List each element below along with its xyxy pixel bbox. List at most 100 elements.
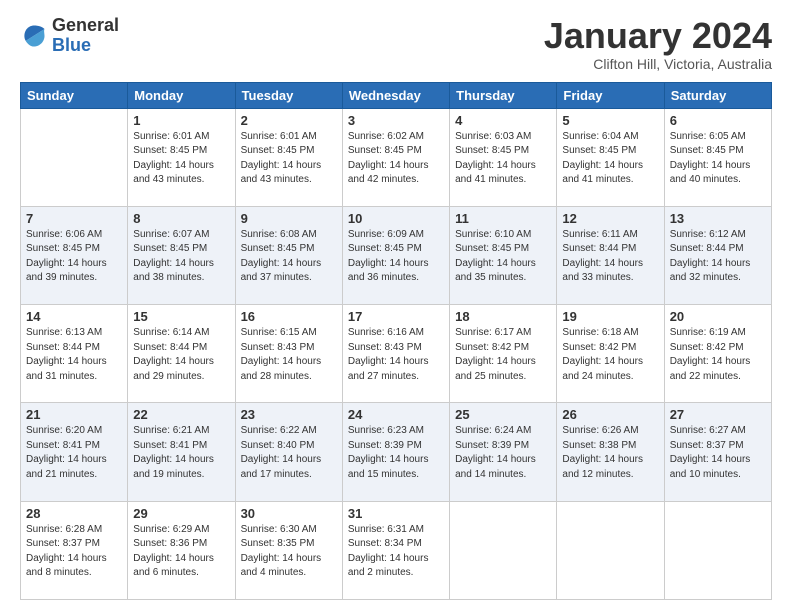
day-number: 7 xyxy=(26,211,122,226)
day-number: 18 xyxy=(455,309,551,324)
logo: General Blue xyxy=(20,16,119,56)
day-number: 24 xyxy=(348,407,444,422)
day-info: Sunrise: 6:11 AM Sunset: 8:44 PM Dayligh… xyxy=(562,228,658,286)
calendar-cell xyxy=(450,501,557,599)
calendar-cell: 31 Sunrise: 6:31 AM Sunset: 8:34 PM Dayli… xyxy=(342,501,449,599)
day-info: Sunrise: 6:13 AM Sunset: 8:44 PM Dayligh… xyxy=(26,326,122,384)
col-wednesday: Wednesday xyxy=(342,82,449,108)
header: General Blue January 2024 Clifton Hill, … xyxy=(20,16,772,72)
day-number: 31 xyxy=(348,506,444,521)
calendar-cell: 10Sunrise: 6:09 AM Sunset: 8:45 PM Dayli… xyxy=(342,206,449,304)
day-number: 12 xyxy=(562,211,658,226)
day-number: 11 xyxy=(455,211,551,226)
day-number: 21 xyxy=(26,407,122,422)
day-number: 30 xyxy=(241,506,337,521)
calendar-cell: 22 Sunrise: 6:21 AM Sunset: 8:41 PM Dayli… xyxy=(128,403,235,501)
day-number: 10 xyxy=(348,211,444,226)
col-tuesday: Tuesday xyxy=(235,82,342,108)
day-number: 19 xyxy=(562,309,658,324)
calendar-cell: 23 Sunrise: 6:22 AM Sunset: 8:40 PM Dayli… xyxy=(235,403,342,501)
calendar-cell: 15 Sunrise: 6:14 AM Sunset: 8:44 PM Dayli… xyxy=(128,305,235,403)
logo-text: General Blue xyxy=(52,16,119,56)
calendar-cell: 28 Sunrise: 6:28 AM Sunset: 8:37 PM Dayli… xyxy=(21,501,128,599)
day-number: 13 xyxy=(670,211,766,226)
calendar-cell: 27Sunrise: 6:27 AM Sunset: 8:37 PM Dayli… xyxy=(664,403,771,501)
calendar-cell: 3 Sunrise: 6:02 AM Sunset: 8:45 PM Daylig… xyxy=(342,108,449,206)
day-number: 25 xyxy=(455,407,551,422)
day-info: Sunrise: 6:21 AM Sunset: 8:41 PM Dayligh… xyxy=(133,424,229,482)
calendar-cell: 18 Sunrise: 6:17 AM Sunset: 8:42 PM Dayli… xyxy=(450,305,557,403)
day-number: 14 xyxy=(26,309,122,324)
day-info: Sunrise: 6:22 AM Sunset: 8:40 PM Dayligh… xyxy=(241,424,337,482)
day-number: 16 xyxy=(241,309,337,324)
day-info: Sunrise: 6:28 AM Sunset: 8:37 PM Dayligh… xyxy=(26,523,122,581)
day-info: Sunrise: 6:05 AM Sunset: 8:45 PM Dayligh… xyxy=(670,130,766,188)
calendar-cell: 1Sunrise: 6:01 AM Sunset: 8:45 PM Daylig… xyxy=(128,108,235,206)
title-block: January 2024 Clifton Hill, Victoria, Aus… xyxy=(544,16,772,72)
col-monday: Monday xyxy=(128,82,235,108)
col-sunday: Sunday xyxy=(21,82,128,108)
calendar-cell: 4 Sunrise: 6:03 AM Sunset: 8:45 PM Daylig… xyxy=(450,108,557,206)
day-number: 15 xyxy=(133,309,229,324)
calendar-cell xyxy=(664,501,771,599)
calendar-week-2: 14 Sunrise: 6:13 AM Sunset: 8:44 PM Dayli… xyxy=(21,305,772,403)
day-info: Sunrise: 6:02 AM Sunset: 8:45 PM Dayligh… xyxy=(348,130,444,188)
day-number: 5 xyxy=(562,113,658,128)
day-number: 1 xyxy=(133,113,229,128)
calendar-cell: 20 Sunrise: 6:19 AM Sunset: 8:42 PM Dayli… xyxy=(664,305,771,403)
calendar-cell: 11 Sunrise: 6:10 AM Sunset: 8:45 PM Dayli… xyxy=(450,206,557,304)
calendar-cell: 6 Sunrise: 6:05 AM Sunset: 8:45 PM Daylig… xyxy=(664,108,771,206)
day-info: Sunrise: 6:18 AM Sunset: 8:42 PM Dayligh… xyxy=(562,326,658,384)
day-number: 28 xyxy=(26,506,122,521)
calendar-cell: 30 Sunrise: 6:30 AM Sunset: 8:35 PM Dayli… xyxy=(235,501,342,599)
logo-icon xyxy=(20,22,48,50)
calendar-cell: 25 Sunrise: 6:24 AM Sunset: 8:39 PM Dayli… xyxy=(450,403,557,501)
col-thursday: Thursday xyxy=(450,82,557,108)
page: General Blue January 2024 Clifton Hill, … xyxy=(0,0,792,612)
calendar-header-row: Sunday Monday Tuesday Wednesday Thursday… xyxy=(21,82,772,108)
day-info: Sunrise: 6:14 AM Sunset: 8:44 PM Dayligh… xyxy=(133,326,229,384)
day-info: Sunrise: 6:04 AM Sunset: 8:45 PM Dayligh… xyxy=(562,130,658,188)
day-number: 4 xyxy=(455,113,551,128)
calendar-cell xyxy=(557,501,664,599)
calendar-cell: 14 Sunrise: 6:13 AM Sunset: 8:44 PM Dayli… xyxy=(21,305,128,403)
day-number: 20 xyxy=(670,309,766,324)
calendar-week-1: 7 Sunrise: 6:06 AM Sunset: 8:45 PM Daylig… xyxy=(21,206,772,304)
day-number: 22 xyxy=(133,407,229,422)
col-friday: Friday xyxy=(557,82,664,108)
day-info: Sunrise: 6:10 AM Sunset: 8:45 PM Dayligh… xyxy=(455,228,551,286)
day-number: 8 xyxy=(133,211,229,226)
day-info: Sunrise: 6:26 AM Sunset: 8:38 PM Dayligh… xyxy=(562,424,658,482)
day-number: 26 xyxy=(562,407,658,422)
day-info: Sunrise: 6:19 AM Sunset: 8:42 PM Dayligh… xyxy=(670,326,766,384)
calendar-cell: 7 Sunrise: 6:06 AM Sunset: 8:45 PM Daylig… xyxy=(21,206,128,304)
day-number: 2 xyxy=(241,113,337,128)
calendar-cell: 29Sunrise: 6:29 AM Sunset: 8:36 PM Dayli… xyxy=(128,501,235,599)
month-title: January 2024 xyxy=(544,16,772,56)
calendar-cell: 17Sunrise: 6:16 AM Sunset: 8:43 PM Dayli… xyxy=(342,305,449,403)
day-info: Sunrise: 6:30 AM Sunset: 8:35 PM Dayligh… xyxy=(241,523,337,581)
calendar-cell xyxy=(21,108,128,206)
day-info: Sunrise: 6:16 AM Sunset: 8:43 PM Dayligh… xyxy=(348,326,444,384)
day-info: Sunrise: 6:17 AM Sunset: 8:42 PM Dayligh… xyxy=(455,326,551,384)
calendar-cell: 8Sunrise: 6:07 AM Sunset: 8:45 PM Daylig… xyxy=(128,206,235,304)
day-info: Sunrise: 6:03 AM Sunset: 8:45 PM Dayligh… xyxy=(455,130,551,188)
calendar-cell: 2Sunrise: 6:01 AM Sunset: 8:45 PM Daylig… xyxy=(235,108,342,206)
day-info: Sunrise: 6:24 AM Sunset: 8:39 PM Dayligh… xyxy=(455,424,551,482)
day-info: Sunrise: 6:12 AM Sunset: 8:44 PM Dayligh… xyxy=(670,228,766,286)
calendar-cell: 5 Sunrise: 6:04 AM Sunset: 8:45 PM Daylig… xyxy=(557,108,664,206)
calendar-cell: 9Sunrise: 6:08 AM Sunset: 8:45 PM Daylig… xyxy=(235,206,342,304)
day-info: Sunrise: 6:06 AM Sunset: 8:45 PM Dayligh… xyxy=(26,228,122,286)
calendar-cell: 13 Sunrise: 6:12 AM Sunset: 8:44 PM Dayli… xyxy=(664,206,771,304)
calendar-cell: 19 Sunrise: 6:18 AM Sunset: 8:42 PM Dayli… xyxy=(557,305,664,403)
day-info: Sunrise: 6:29 AM Sunset: 8:36 PM Dayligh… xyxy=(133,523,229,581)
day-info: Sunrise: 6:31 AM Sunset: 8:34 PM Dayligh… xyxy=(348,523,444,581)
calendar-cell: 16 Sunrise: 6:15 AM Sunset: 8:43 PM Dayli… xyxy=(235,305,342,403)
day-number: 9 xyxy=(241,211,337,226)
calendar-cell: 24Sunrise: 6:23 AM Sunset: 8:39 PM Dayli… xyxy=(342,403,449,501)
day-number: 6 xyxy=(670,113,766,128)
day-info: Sunrise: 6:27 AM Sunset: 8:37 PM Dayligh… xyxy=(670,424,766,482)
day-number: 23 xyxy=(241,407,337,422)
day-number: 3 xyxy=(348,113,444,128)
day-info: Sunrise: 6:15 AM Sunset: 8:43 PM Dayligh… xyxy=(241,326,337,384)
